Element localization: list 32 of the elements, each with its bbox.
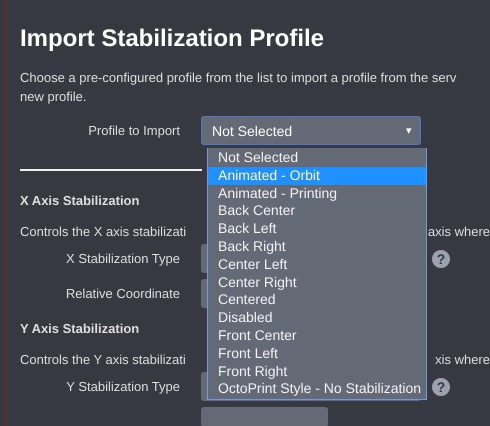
field-label: Relative Coordinate <box>66 286 180 301</box>
section-title: Y Axis Stabilization <box>20 320 140 338</box>
dropdown-option[interactable]: Front Center <box>208 326 426 345</box>
caret-icon: ▾ <box>406 124 412 137</box>
dropdown-option[interactable]: Front Right <box>208 362 426 380</box>
field-label: Y Stabilization Type <box>66 379 180 394</box>
field-label: X Stabilization Type <box>66 251 180 266</box>
description-text: new profile. <box>20 88 86 106</box>
input-field[interactable] <box>201 407 328 426</box>
description-text: Choose a pre-configured profile from the list to import a profile from the serv <box>20 69 456 87</box>
help-icon[interactable]: ? <box>432 250 450 268</box>
description-text: xis where <box>435 351 490 369</box>
dropdown-option[interactable]: Animated - Orbit <box>208 166 426 185</box>
description-text: Controls the X axis stabilizati <box>20 223 186 241</box>
dropdown-option[interactable]: Disabled <box>208 309 426 327</box>
dropdown-option[interactable]: Center Left <box>208 256 426 274</box>
dropdown-option[interactable]: Not Selected <box>208 149 426 167</box>
dropdown-option[interactable]: Front Left <box>208 344 426 363</box>
page-title: Import Stabilization Profile <box>20 24 324 54</box>
section-title: X Axis Stabilization <box>20 192 140 210</box>
dropdown-option[interactable]: Back Center <box>208 202 426 220</box>
dropdown-option[interactable]: Back Right <box>208 238 426 256</box>
profile-select[interactable]: Not Selected ▾ <box>201 116 421 145</box>
dropdown-option[interactable]: Back Left <box>208 220 426 238</box>
dropdown-option[interactable]: Centered <box>208 291 426 310</box>
description-text: Controls the Y axis stabilizati <box>20 351 186 369</box>
field-label: Profile to Import <box>88 123 180 138</box>
dropdown-option[interactable]: Center Right <box>208 274 426 292</box>
description-text: axis where <box>428 223 490 241</box>
dropdown-option[interactable]: Animated - Printing <box>208 184 426 202</box>
help-icon[interactable]: ? <box>432 378 450 396</box>
dropdown-option[interactable]: OctoPrint Style - No Stabilization <box>208 380 426 398</box>
